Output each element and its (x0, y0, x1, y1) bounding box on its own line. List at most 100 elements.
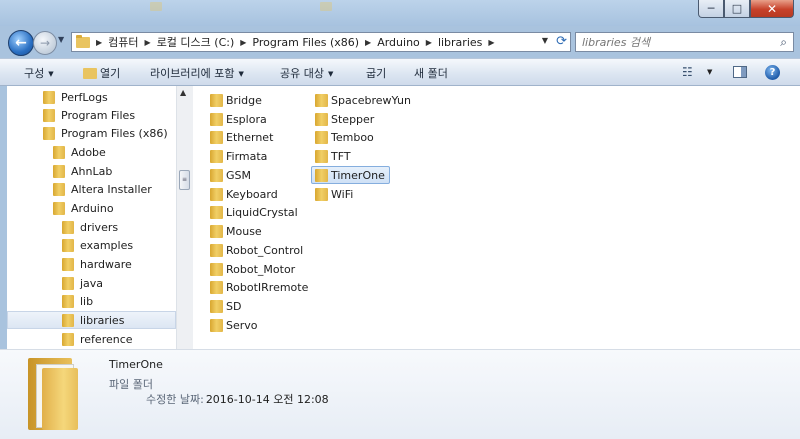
folder-item-label: Esplora (226, 112, 267, 126)
tree-item-program-files[interactable]: Program Files (7, 106, 176, 124)
chevron-down-icon: ▼ (238, 70, 244, 78)
folder-item-label: LiquidCrystal (226, 205, 298, 219)
breadcrumb-separator-icon[interactable]: ▶ (238, 38, 248, 47)
folder-item-label: Temboo (331, 130, 374, 144)
share-with-button[interactable]: 공유 대상 ▼ (280, 65, 333, 81)
folder-item-keyboard[interactable]: Keyboard (210, 185, 282, 203)
breadcrumb-separator-icon[interactable]: ▶ (363, 38, 373, 47)
tree-item-examples[interactable]: examples (7, 236, 176, 254)
tree-item-drivers[interactable]: drivers (7, 218, 176, 236)
breadcrumb-computer[interactable]: 컴퓨터 (104, 34, 142, 50)
folder-item-firmata[interactable]: Firmata (210, 147, 271, 165)
tree-item-java[interactable]: java (7, 274, 176, 292)
folder-item-spacebrewyun[interactable]: SpacebrewYun (315, 91, 415, 109)
folder-item-temboo[interactable]: Temboo (315, 128, 378, 146)
folder-item-robot-motor[interactable]: Robot_Motor (210, 260, 299, 278)
address-bar[interactable]: ▶ 컴퓨터 ▶ 로컬 디스크 (C:) ▶ Program Files (x86… (71, 32, 571, 52)
search-input[interactable] (576, 34, 764, 50)
folder-item-esplora[interactable]: Esplora (210, 110, 271, 128)
tree-item-reference[interactable]: reference (7, 330, 176, 348)
search-box[interactable]: ⌕ (575, 32, 794, 52)
scroll-up-arrow-icon[interactable]: ▲ (180, 88, 186, 97)
folder-icon (53, 145, 65, 159)
organize-button[interactable]: 구성 ▼ (24, 65, 54, 81)
forward-button[interactable]: → (33, 31, 57, 55)
folder-item-label: SpacebrewYun (331, 93, 411, 107)
folder-item-wifi[interactable]: WiFi (315, 185, 357, 203)
details-item-type: 파일 폴더 (109, 378, 153, 391)
tree-item-hardware[interactable]: hardware (7, 255, 176, 273)
tree-item-label: Altera Installer (71, 182, 152, 196)
back-button[interactable]: ← (8, 30, 34, 56)
minimize-button[interactable]: ─ (698, 0, 724, 18)
folder-item-robot-control[interactable]: Robot_Control (210, 241, 307, 259)
folder-icon (62, 257, 74, 271)
folder-icon (210, 187, 223, 201)
details-item-name: TimerOne (109, 358, 163, 371)
breadcrumb-separator-icon[interactable]: ▶ (143, 38, 153, 47)
folder-item-sd[interactable]: SD (210, 297, 245, 315)
include-in-library-button[interactable]: 라이브러리에 포함 ▼ (150, 65, 244, 81)
close-button[interactable]: ✕ (750, 0, 794, 18)
breadcrumb-local-disk[interactable]: 로컬 디스크 (C:) (153, 34, 239, 50)
tree-item-lib[interactable]: lib (7, 292, 176, 310)
open-button[interactable]: 열기 (83, 65, 120, 81)
maximize-button[interactable]: □ (724, 0, 750, 18)
folder-item-liquidcrystal[interactable]: LiquidCrystal (210, 203, 302, 221)
breadcrumb-arduino[interactable]: Arduino (373, 36, 424, 49)
tree-item-adobe[interactable]: Adobe (7, 143, 176, 161)
tree-item-label: examples (80, 238, 134, 252)
help-icon[interactable]: ? (765, 65, 780, 80)
address-history-dropdown-icon[interactable]: ▼ (542, 36, 548, 45)
folder-icon (210, 149, 223, 163)
breadcrumb-separator-icon[interactable]: ▶ (424, 38, 434, 47)
share-with-label: 공유 대상 (280, 67, 324, 80)
view-options-dropdown-icon[interactable]: ▼ (707, 68, 712, 76)
folder-item-tft[interactable]: TFT (315, 147, 355, 165)
preview-pane-icon[interactable] (733, 66, 747, 78)
details-modified-value: 2016-10-14 오전 12:08 (205, 393, 329, 406)
tree-item-arduino[interactable]: Arduino (7, 199, 176, 217)
folder-icon (62, 220, 74, 234)
breadcrumb-separator-icon[interactable]: ▶ (486, 38, 496, 47)
new-folder-label: 새 폴더 (414, 67, 448, 80)
breadcrumb-separator-icon[interactable]: ▶ (94, 38, 104, 47)
search-icon[interactable]: ⌕ (780, 35, 787, 50)
folder-icon (315, 187, 328, 201)
breadcrumb-program-files-x86[interactable]: Program Files (x86) (248, 36, 363, 49)
folder-item-gsm[interactable]: GSM (210, 166, 255, 184)
folder-item-label: Ethernet (226, 130, 274, 144)
folder-item-timerone[interactable]: TimerOne (311, 166, 390, 184)
burn-button[interactable]: 굽기 (366, 65, 386, 81)
tree-item-label: java (80, 276, 104, 290)
tree-item-perflogs[interactable]: PerfLogs (7, 88, 176, 106)
refresh-icon[interactable]: ⟳ (556, 34, 567, 49)
folder-item-bridge[interactable]: Bridge (210, 91, 266, 109)
change-view-icon[interactable]: ☷ (682, 65, 693, 79)
folder-item-label: WiFi (331, 187, 354, 201)
folder-icon (53, 201, 65, 215)
scrollbar-thumb[interactable]: ≡ (179, 170, 190, 190)
folder-item-stepper[interactable]: Stepper (315, 110, 378, 128)
file-list: Bridge Esplora Ethernet Firmata GSM Keyb… (193, 86, 800, 349)
tree-item-ahnlab[interactable]: AhnLab (7, 162, 176, 180)
folder-item-mouse[interactable]: Mouse (210, 222, 266, 240)
new-folder-button[interactable]: 새 폴더 (414, 65, 448, 81)
folder-item-robotirremote[interactable]: RobotIRremote (210, 278, 312, 296)
folder-item-ethernet[interactable]: Ethernet (210, 128, 277, 146)
breadcrumb-libraries[interactable]: libraries (434, 36, 486, 49)
organize-label: 구성 (24, 67, 45, 80)
folder-icon (53, 182, 65, 196)
details-modified: 수정한 날짜: 2016-10-14 오전 12:08 (146, 391, 329, 407)
recent-pages-dropdown[interactable]: ▼ (58, 35, 64, 44)
large-folder-icon (28, 354, 80, 430)
folder-item-label: Stepper (331, 112, 375, 126)
back-arrow-icon: ← (15, 35, 27, 51)
tree-item-label: hardware (80, 257, 132, 271)
folder-icon (315, 149, 328, 163)
folder-item-servo[interactable]: Servo (210, 316, 262, 334)
navigation-pane-scrollbar[interactable]: ▲ ≡ (176, 86, 193, 349)
tree-item-libraries[interactable]: libraries (7, 311, 176, 329)
tree-item-altera-installer[interactable]: Altera Installer (7, 180, 176, 198)
tree-item-program-files-x86[interactable]: Program Files (x86) (7, 124, 176, 142)
